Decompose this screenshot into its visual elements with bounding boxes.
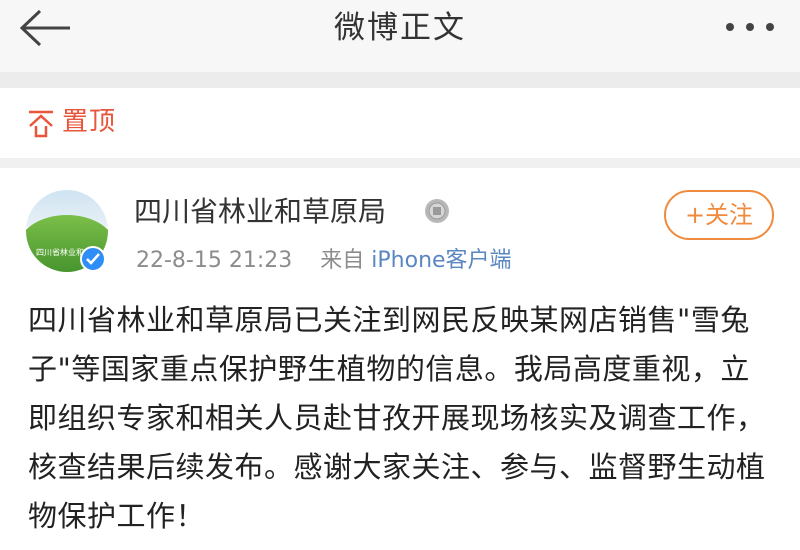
- more-dots-icon: [726, 23, 774, 31]
- pinned-bar: [0, 88, 800, 158]
- top-nav-bar: 微博正文: [0, 0, 800, 72]
- avatar-text: 四川省林业和: [36, 248, 84, 257]
- source-prefix: 来自: [320, 248, 365, 273]
- pin-top-icon: [29, 110, 53, 138]
- verified-badge-icon: [80, 246, 106, 272]
- medal-icon: [425, 199, 449, 223]
- section-gap: [0, 72, 800, 88]
- page-title: 微博正文: [334, 10, 466, 46]
- follow-button[interactable]: +关注: [664, 190, 774, 240]
- author-name[interactable]: 四川省林业和草原局: [134, 192, 386, 232]
- pinned-label: 置顶: [62, 107, 117, 137]
- more-button[interactable]: [722, 14, 778, 40]
- post-timestamp: 22-8-15 21:23: [136, 248, 293, 273]
- source-link[interactable]: iPhone客户端: [371, 248, 511, 273]
- post-meta: 22-8-15 21:23 来自 iPhone客户端: [136, 246, 512, 276]
- post-body-text: 四川省林业和草原局已关注到网民反映某网店销售"雪兔子"等国家重点保护野生植物的信…: [28, 303, 766, 533]
- divider: [0, 158, 800, 168]
